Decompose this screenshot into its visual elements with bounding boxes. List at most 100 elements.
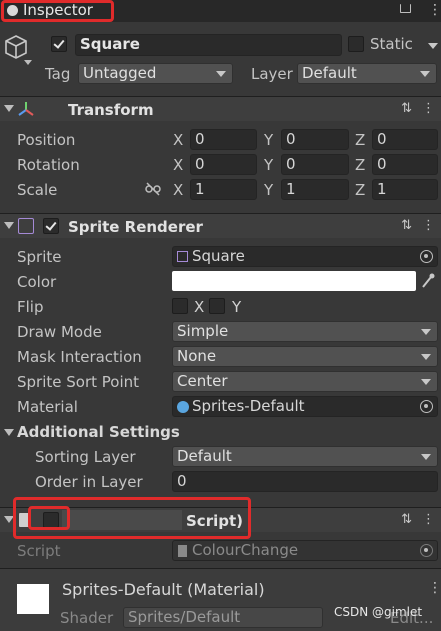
rotation-y-axis[interactable]: Y	[264, 156, 273, 174]
rotation-z-field[interactable]: 0	[372, 154, 438, 175]
foldout-arrow-icon[interactable]	[4, 222, 14, 229]
sprite-asset-icon	[177, 251, 188, 262]
gameobject-name-field[interactable]: Square	[75, 34, 342, 56]
active-toggle[interactable]	[51, 36, 67, 52]
mask-interaction-dropdown[interactable]: None	[172, 346, 438, 367]
rotation-z-axis[interactable]: Z	[355, 156, 365, 174]
script-asset-icon	[178, 545, 187, 557]
script-object-field: ColourChange	[172, 540, 438, 561]
material-label: Material	[17, 398, 78, 416]
static-label: Static	[370, 35, 413, 53]
sprite-object-field[interactable]: Square	[172, 246, 438, 267]
script-header-icons: ⇅ ⋮	[391, 512, 435, 527]
material-object-field[interactable]: Sprites-Default	[172, 396, 438, 417]
tag-value: Untagged	[83, 64, 157, 82]
sprite-value: Square	[192, 247, 245, 265]
material-more-icon[interactable]: ⋮	[428, 580, 441, 596]
mask-interaction-value: None	[177, 347, 217, 365]
more-icon[interactable]: ⋮	[422, 218, 435, 233]
chevron-down-icon	[421, 379, 431, 385]
rotation-y-field[interactable]: 0	[281, 154, 349, 175]
position-x-axis[interactable]: X	[173, 131, 183, 149]
sorting-layer-dropdown[interactable]: Default	[172, 446, 438, 467]
position-y-axis[interactable]: Y	[264, 131, 273, 149]
layer-label: Layer	[251, 65, 293, 83]
order-in-layer-field[interactable]: 0	[172, 471, 438, 492]
object-picker-icon	[420, 544, 433, 557]
mask-interaction-label: Mask Interaction	[17, 348, 142, 366]
foldout-arrow-icon[interactable]	[4, 105, 14, 112]
material-title: Sprites-Default (Material)	[62, 580, 265, 599]
scale-y-axis[interactable]: Y	[264, 181, 273, 199]
sprite-sort-point-dropdown[interactable]: Center	[172, 371, 438, 392]
position-x-field[interactable]: 0	[190, 129, 257, 150]
position-z-field[interactable]: 0	[372, 129, 438, 150]
scale-x-field[interactable]: 1	[190, 179, 257, 200]
rotation-x-axis[interactable]: X	[173, 156, 183, 174]
transform-header[interactable]: Transform ⇅ ⋮	[0, 96, 441, 121]
presets-icon[interactable]: ⇅	[401, 218, 412, 233]
sorting-layer-label: Sorting Layer	[35, 448, 136, 466]
draw-mode-dropdown[interactable]: Simple	[172, 321, 438, 342]
presets-icon[interactable]: ⇅	[401, 101, 412, 116]
more-icon[interactable]: ⋮	[422, 512, 435, 527]
chevron-down-icon	[420, 71, 430, 77]
static-dropdown-arrow[interactable]	[428, 43, 438, 49]
menu-kebab-icon[interactable]: ⋮	[428, 2, 441, 18]
sprite-label: Sprite	[17, 248, 62, 266]
color-swatch[interactable]	[172, 271, 416, 291]
sprite-renderer-header[interactable]: Sprite Renderer ⇅ ⋮	[0, 213, 441, 238]
sprite-renderer-title: Sprite Renderer	[68, 218, 203, 236]
transform-header-icons: ⇅ ⋮	[391, 101, 435, 116]
rotation-x-field[interactable]: 0	[190, 154, 257, 175]
sprite-renderer-enabled-toggle[interactable]	[43, 218, 59, 234]
sprite-renderer-icon	[18, 218, 34, 234]
sprite-sort-point-label: Sprite Sort Point	[17, 373, 140, 391]
highlight-box-script-toggle	[28, 506, 70, 530]
additional-settings-foldout-icon[interactable]	[4, 429, 14, 436]
tag-dropdown[interactable]: Untagged	[78, 63, 233, 84]
shader-dropdown[interactable]: Sprites/Default	[123, 607, 323, 628]
position-z-axis[interactable]: Z	[355, 131, 365, 149]
additional-settings-foldout[interactable]: Additional Settings	[17, 423, 180, 441]
scale-label: Scale	[17, 181, 58, 199]
flip-x-toggle[interactable]	[172, 298, 188, 314]
material-value: Sprites-Default	[192, 397, 305, 415]
transform-title: Transform	[68, 101, 154, 119]
transform-icon	[17, 101, 35, 121]
flip-label: Flip	[17, 298, 44, 316]
constrain-proportions-icon[interactable]	[145, 182, 161, 200]
highlight-box-title	[1, 0, 114, 22]
eyedropper-icon[interactable]	[421, 273, 435, 293]
layer-dropdown[interactable]: Default	[297, 63, 437, 84]
shader-label: Shader	[60, 609, 114, 627]
draw-mode-value: Simple	[177, 322, 229, 340]
object-picker-icon[interactable]	[420, 250, 433, 263]
presets-icon[interactable]: ⇅	[401, 512, 412, 527]
material-preview-thumbnail	[17, 584, 49, 614]
scale-z-axis[interactable]: Z	[355, 181, 365, 199]
position-label: Position	[17, 131, 76, 149]
watermark: CSDN @gimlet	[334, 605, 423, 619]
chevron-down-icon	[421, 354, 431, 360]
scale-y-field[interactable]: 1	[281, 179, 349, 200]
scale-z-field[interactable]: 1	[372, 179, 438, 200]
lock-icon[interactable]	[400, 4, 411, 13]
static-toggle[interactable]	[348, 36, 364, 52]
flip-y-toggle[interactable]	[209, 298, 225, 314]
gameobject-icon-dropdown-arrow[interactable]	[24, 60, 32, 65]
sprite-sort-point-value: Center	[177, 372, 228, 390]
chevron-down-icon	[421, 454, 431, 460]
flip-y-label: Y	[232, 298, 242, 316]
chevron-down-icon	[216, 71, 226, 77]
sprite-renderer-header-icons: ⇅ ⋮	[391, 218, 435, 233]
shader-value: Sprites/Default	[128, 608, 241, 626]
scale-x-axis[interactable]: X	[173, 181, 183, 199]
object-picker-icon[interactable]	[420, 400, 433, 413]
chevron-down-icon	[421, 329, 431, 335]
layer-value: Default	[302, 64, 357, 82]
position-y-field[interactable]: 0	[281, 129, 349, 150]
draw-mode-label: Draw Mode	[17, 323, 102, 341]
more-icon[interactable]: ⋮	[422, 101, 435, 116]
order-in-layer-label: Order in Layer	[35, 473, 143, 491]
